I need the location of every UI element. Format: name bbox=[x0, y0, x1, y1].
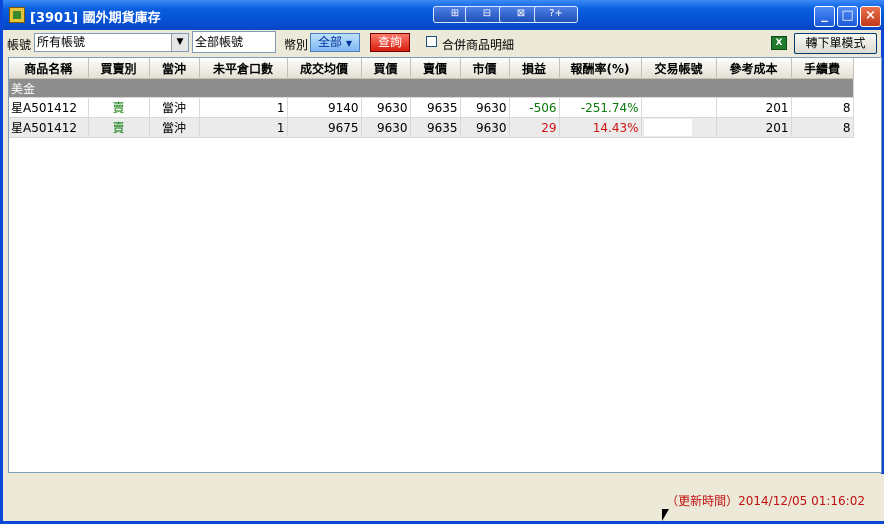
col-market[interactable]: 市價 bbox=[460, 58, 510, 79]
cell-side: 賣 bbox=[88, 97, 150, 118]
col-pnl[interactable]: 損益 bbox=[509, 58, 560, 79]
col-ask[interactable]: 賣價 bbox=[410, 58, 461, 79]
cell-daytrade: 當沖 bbox=[149, 117, 200, 138]
close-button[interactable]: × bbox=[860, 6, 881, 27]
inventory-grid: 商品名稱 買賣別 當沖 未平倉口數 成交均價 買價 賣價 市價 損益 報酬率(%… bbox=[8, 57, 882, 473]
header-row: 商品名稱 買賣別 當沖 未平倉口數 成交均價 買價 賣價 市價 損益 報酬率(%… bbox=[9, 58, 854, 79]
maximize-button[interactable]: □ bbox=[837, 6, 858, 27]
col-side[interactable]: 買賣別 bbox=[88, 58, 150, 79]
inventory-table: 商品名稱 買賣別 當沖 未平倉口數 成交均價 買價 賣價 市價 損益 報酬率(%… bbox=[9, 58, 854, 138]
cell-account bbox=[641, 117, 717, 138]
window: [3901] 國外期貨庫存 ⊞ ⊟ ⊠ ?+ _ □ × 帳號 所有帳號 ▼ 全… bbox=[0, 0, 884, 524]
col-daytrade[interactable]: 當沖 bbox=[149, 58, 200, 79]
account-select[interactable]: 所有帳號 ▼ bbox=[34, 33, 189, 52]
cell-bid: 9630 bbox=[361, 117, 411, 138]
update-time: （更新時間）2014/12/05 01:16:02 bbox=[666, 494, 865, 508]
mouse-cursor-icon bbox=[662, 509, 669, 521]
currency-dropdown-value: 全部 bbox=[318, 35, 343, 49]
currency-label: 幣別 bbox=[284, 38, 309, 52]
title-bar[interactable]: [3901] 國外期貨庫存 ⊞ ⊟ ⊠ ?+ _ □ × bbox=[3, 0, 884, 30]
help-button[interactable]: ?+ bbox=[534, 6, 578, 23]
excel-export-icon[interactable]: X bbox=[771, 36, 787, 50]
cell-ask: 9635 bbox=[410, 117, 461, 138]
cell-pnl: 29 bbox=[509, 117, 560, 138]
cell-account bbox=[641, 97, 717, 118]
cell-ref-cost: 201 bbox=[716, 97, 792, 118]
cell-qty: 1 bbox=[199, 97, 288, 118]
account-name-field[interactable]: 全部帳號 bbox=[192, 31, 276, 53]
cell-market: 9630 bbox=[460, 117, 510, 138]
status-bar: （更新時間）2014/12/05 01:16:02 bbox=[6, 474, 884, 521]
col-bid[interactable]: 買價 bbox=[361, 58, 411, 79]
cell-ref-cost: 201 bbox=[716, 117, 792, 138]
window-title: [3901] 國外期貨庫存 bbox=[30, 11, 161, 26]
col-account[interactable]: 交易帳號 bbox=[641, 58, 717, 79]
col-return[interactable]: 報酬率(%) bbox=[559, 58, 642, 79]
col-product-name[interactable]: 商品名稱 bbox=[9, 58, 89, 79]
cell-pnl: -506 bbox=[509, 97, 560, 118]
toolbar: 帳號 所有帳號 ▼ 全部帳號 幣別 全部 ▼ 查詢 合併商品明細 X 轉下單模式 bbox=[6, 30, 884, 56]
merge-checkbox[interactable] bbox=[426, 36, 437, 47]
dropdown-arrow-icon: ▼ bbox=[345, 39, 352, 48]
cell-side: 賣 bbox=[88, 117, 150, 138]
cell-name: 星A501412 bbox=[9, 97, 89, 118]
cell-avg-price: 9140 bbox=[287, 97, 362, 118]
col-avg-price[interactable]: 成交均價 bbox=[287, 58, 362, 79]
query-button[interactable]: 查詢 bbox=[370, 33, 410, 52]
cell-ask: 9635 bbox=[410, 97, 461, 118]
col-fee[interactable]: 手續費 bbox=[791, 58, 854, 79]
group-row-usd[interactable]: 美金 bbox=[9, 78, 854, 98]
currency-dropdown[interactable]: 全部 ▼ bbox=[310, 33, 360, 52]
group-label: 美金 bbox=[9, 78, 854, 98]
account-label: 帳號 bbox=[7, 38, 32, 52]
cell-fee: 8 bbox=[791, 97, 854, 118]
cell-return: -251.74% bbox=[559, 97, 642, 118]
cell-return: 14.43% bbox=[559, 117, 642, 138]
app-icon bbox=[9, 7, 25, 23]
account-select-value: 所有帳號 bbox=[37, 35, 86, 49]
cell-avg-price: 9675 bbox=[287, 117, 362, 138]
cell-fee: 8 bbox=[791, 117, 854, 138]
cell-name: 星A501412 bbox=[9, 117, 89, 138]
cell-daytrade: 當沖 bbox=[149, 97, 200, 118]
cell-qty: 1 bbox=[199, 117, 288, 138]
col-ref-cost[interactable]: 參考成本 bbox=[716, 58, 792, 79]
merge-label: 合併商品明細 bbox=[442, 38, 515, 52]
cell-bid: 9630 bbox=[361, 97, 411, 118]
table-row[interactable]: 星A501412 賣 當沖 1 9675 9630 9635 9630 29 1… bbox=[9, 117, 854, 138]
table-row[interactable]: 星A501412 賣 當沖 1 9140 9630 9635 9630 -506… bbox=[9, 97, 854, 118]
col-open-qty[interactable]: 未平倉口數 bbox=[199, 58, 288, 79]
minimize-button[interactable]: _ bbox=[814, 6, 835, 27]
cell-market: 9630 bbox=[460, 97, 510, 118]
chevron-down-icon[interactable]: ▼ bbox=[171, 34, 188, 51]
order-mode-button[interactable]: 轉下單模式 bbox=[794, 33, 877, 54]
